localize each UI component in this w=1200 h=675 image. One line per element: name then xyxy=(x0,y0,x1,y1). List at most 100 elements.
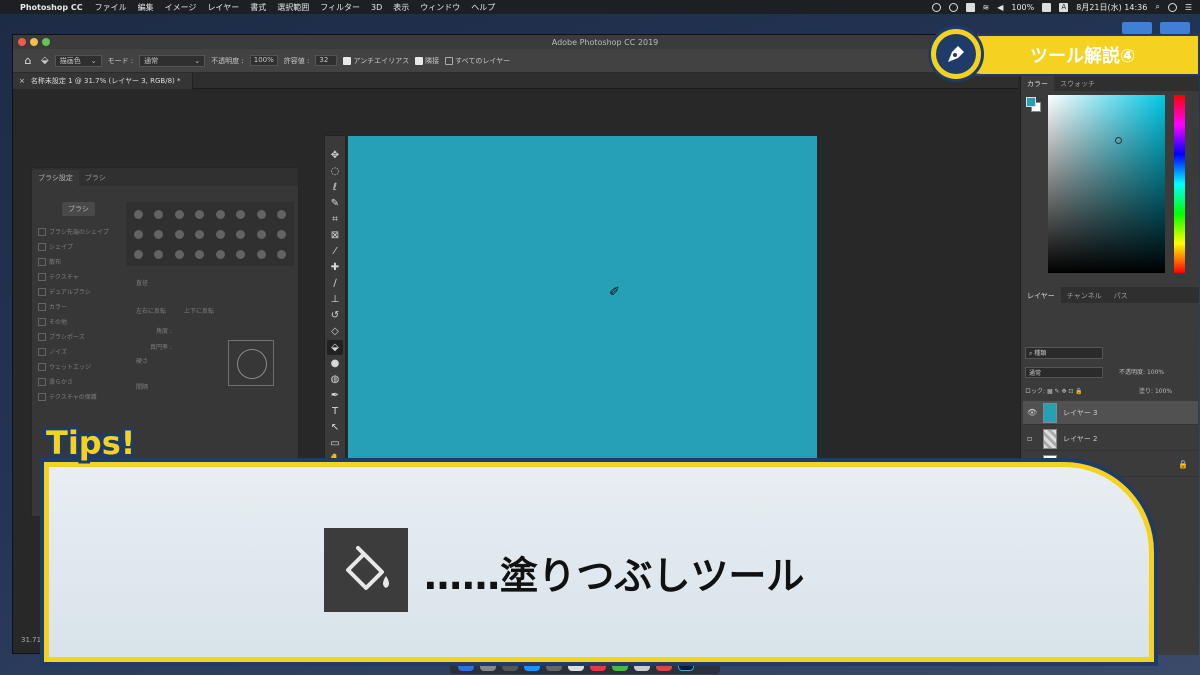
move-tool-icon[interactable]: ✥ xyxy=(327,148,343,163)
close-window-button[interactable] xyxy=(18,38,26,46)
menu-filter[interactable]: フィルター xyxy=(320,2,360,13)
brush-option[interactable]: デュアルブラシ xyxy=(38,284,118,299)
brush-tip[interactable] xyxy=(174,229,184,239)
visibility-eye-icon[interactable]: 👁 xyxy=(1027,408,1037,417)
visibility-toggle-icon[interactable]: ▫ xyxy=(1027,434,1037,443)
brush-tip[interactable] xyxy=(236,249,246,259)
stamp-tool-icon[interactable]: ⊥ xyxy=(327,292,343,307)
brush-tip[interactable] xyxy=(154,209,164,219)
maximize-window-button[interactable] xyxy=(42,38,50,46)
brush-tip[interactable] xyxy=(236,229,246,239)
brush-tip-grid[interactable] xyxy=(126,202,294,266)
brush-tip[interactable] xyxy=(195,249,205,259)
minimize-window-button[interactable] xyxy=(30,38,38,46)
menu-help[interactable]: ヘルプ xyxy=(471,2,495,13)
layer-row[interactable]: ▫ レイヤー 2 xyxy=(1023,427,1198,451)
brush-tip[interactable] xyxy=(133,249,143,259)
pen-tool-icon[interactable]: ✒ xyxy=(327,388,343,403)
eyedropper-tool-icon[interactable]: ⁄ xyxy=(327,244,343,259)
document-tab[interactable]: × 名称未設定 1 @ 31.7% (レイヤー 3, RGB/8) * xyxy=(13,73,193,89)
brush-tip[interactable] xyxy=(277,229,287,239)
menu-list-icon[interactable]: ☰ xyxy=(1185,3,1192,12)
brush-tip[interactable] xyxy=(154,249,164,259)
menu-layer[interactable]: レイヤー xyxy=(207,2,239,13)
menu-type[interactable]: 書式 xyxy=(250,2,266,13)
hue-slider[interactable] xyxy=(1174,95,1185,273)
frame-tool-icon[interactable]: ⊠ xyxy=(327,228,343,243)
all-layers-checkbox[interactable]: すべてのレイヤー xyxy=(445,56,510,66)
volume-icon[interactable]: ◀ xyxy=(997,3,1003,12)
clock[interactable]: 8月21日(水) 14:36 xyxy=(1076,2,1147,13)
layer-opacity-value[interactable]: 100% xyxy=(1147,369,1164,376)
tab-channels[interactable]: チャンネル xyxy=(1061,287,1108,303)
fill-value[interactable]: 100% xyxy=(1155,388,1172,395)
contiguous-checkbox[interactable]: 隣接 xyxy=(415,56,439,66)
sync-icon[interactable] xyxy=(948,2,958,12)
wifi-icon[interactable]: ≋ xyxy=(983,3,990,12)
antialias-checkbox[interactable]: アンチエイリアス xyxy=(343,56,409,66)
marquee-tool-icon[interactable]: ◌ xyxy=(327,164,343,179)
healing-tool-icon[interactable]: ✚ xyxy=(327,260,343,275)
menu-view[interactable]: 表示 xyxy=(393,2,409,13)
crop-tool-icon[interactable]: ⌗ xyxy=(327,212,343,227)
desktop-folder-icon[interactable] xyxy=(1160,22,1190,34)
cc-icon[interactable] xyxy=(931,2,941,12)
mode-select[interactable]: 通常 ⌄ xyxy=(139,54,206,67)
lasso-tool-icon[interactable]: ℓ xyxy=(327,180,343,195)
brush-tip[interactable] xyxy=(133,209,143,219)
brush-tip[interactable] xyxy=(277,249,287,259)
dodge-tool-icon[interactable]: ◍ xyxy=(327,372,343,387)
tab-paths[interactable]: パス xyxy=(1108,287,1134,303)
brush-tip[interactable] xyxy=(195,229,205,239)
brush-option[interactable]: ウェットエッジ xyxy=(38,359,118,374)
tab-brushes[interactable]: ブラシ xyxy=(79,170,112,186)
brush-tip[interactable] xyxy=(215,229,225,239)
lock-options-icons[interactable]: ▦ ✎ ✥ ⊡ 🔒 xyxy=(1047,388,1083,395)
brushes-button[interactable]: ブラシ xyxy=(62,202,95,216)
type-tool-icon[interactable]: T xyxy=(327,404,343,419)
brush-tip[interactable] xyxy=(154,229,164,239)
brush-tip[interactable] xyxy=(256,249,266,259)
paint-bucket-tool-icon[interactable]: ⬙ xyxy=(327,340,343,355)
layer-filter-select[interactable]: ⌕ 種類 xyxy=(1025,347,1103,359)
brush-option[interactable]: 散布 xyxy=(38,254,118,269)
eraser-tool-icon[interactable]: ◇ xyxy=(327,324,343,339)
color-picker-marker[interactable] xyxy=(1115,137,1122,144)
user-icon[interactable] xyxy=(1167,2,1177,12)
blend-mode-select[interactable]: 通常 xyxy=(1025,367,1103,378)
quick-select-tool-icon[interactable]: ✎ xyxy=(327,196,343,211)
brush-option[interactable]: ブラシポーズ xyxy=(38,329,118,344)
brush-tip[interactable] xyxy=(133,229,143,239)
brush-option[interactable]: ブラシ先端のシェイプ xyxy=(38,224,118,239)
input-source-icon[interactable]: A xyxy=(1059,2,1069,12)
shape-tool-icon[interactable]: ▭ xyxy=(327,436,343,451)
menu-image[interactable]: イメージ xyxy=(165,2,197,13)
foreground-color-swatch[interactable] xyxy=(1026,97,1036,107)
brush-tip[interactable] xyxy=(256,209,266,219)
brush-option[interactable]: カラー xyxy=(38,299,118,314)
brush-option[interactable]: ノイズ xyxy=(38,344,118,359)
menu-edit[interactable]: 編集 xyxy=(138,2,154,13)
flip-y-label[interactable]: 上下に反転 xyxy=(184,306,214,315)
fill-source-select[interactable]: 描画色 ⌄ xyxy=(54,54,102,67)
flip-x-label[interactable]: 左右に反転 xyxy=(136,306,166,315)
brush-tip[interactable] xyxy=(277,209,287,219)
app-name-menu[interactable]: Photoshop CC xyxy=(20,3,83,12)
opacity-field[interactable]: 100% xyxy=(249,55,278,66)
brush-option[interactable]: シェイプ xyxy=(38,239,118,254)
brush-option[interactable]: テクスチャ xyxy=(38,269,118,284)
close-tab-icon[interactable]: × xyxy=(19,77,25,85)
brush-tool-icon[interactable]: ∕ xyxy=(327,276,343,291)
screen-icon[interactable] xyxy=(965,2,975,12)
tab-layers[interactable]: レイヤー xyxy=(1021,287,1061,303)
search-icon[interactable]: ⌕ xyxy=(1155,2,1159,12)
menu-select[interactable]: 選択範囲 xyxy=(277,2,309,13)
brush-option[interactable]: その他 xyxy=(38,314,118,329)
layer-row[interactable]: 👁 レイヤー 3 xyxy=(1023,401,1198,425)
desktop-folder-icon[interactable] xyxy=(1122,22,1152,34)
menu-3d[interactable]: 3D xyxy=(371,3,382,12)
brush-tip[interactable] xyxy=(236,209,246,219)
tab-brush-settings[interactable]: ブラシ設定 xyxy=(32,170,79,186)
path-select-tool-icon[interactable]: ↖ xyxy=(327,420,343,435)
battery-icon[interactable] xyxy=(1042,2,1052,12)
